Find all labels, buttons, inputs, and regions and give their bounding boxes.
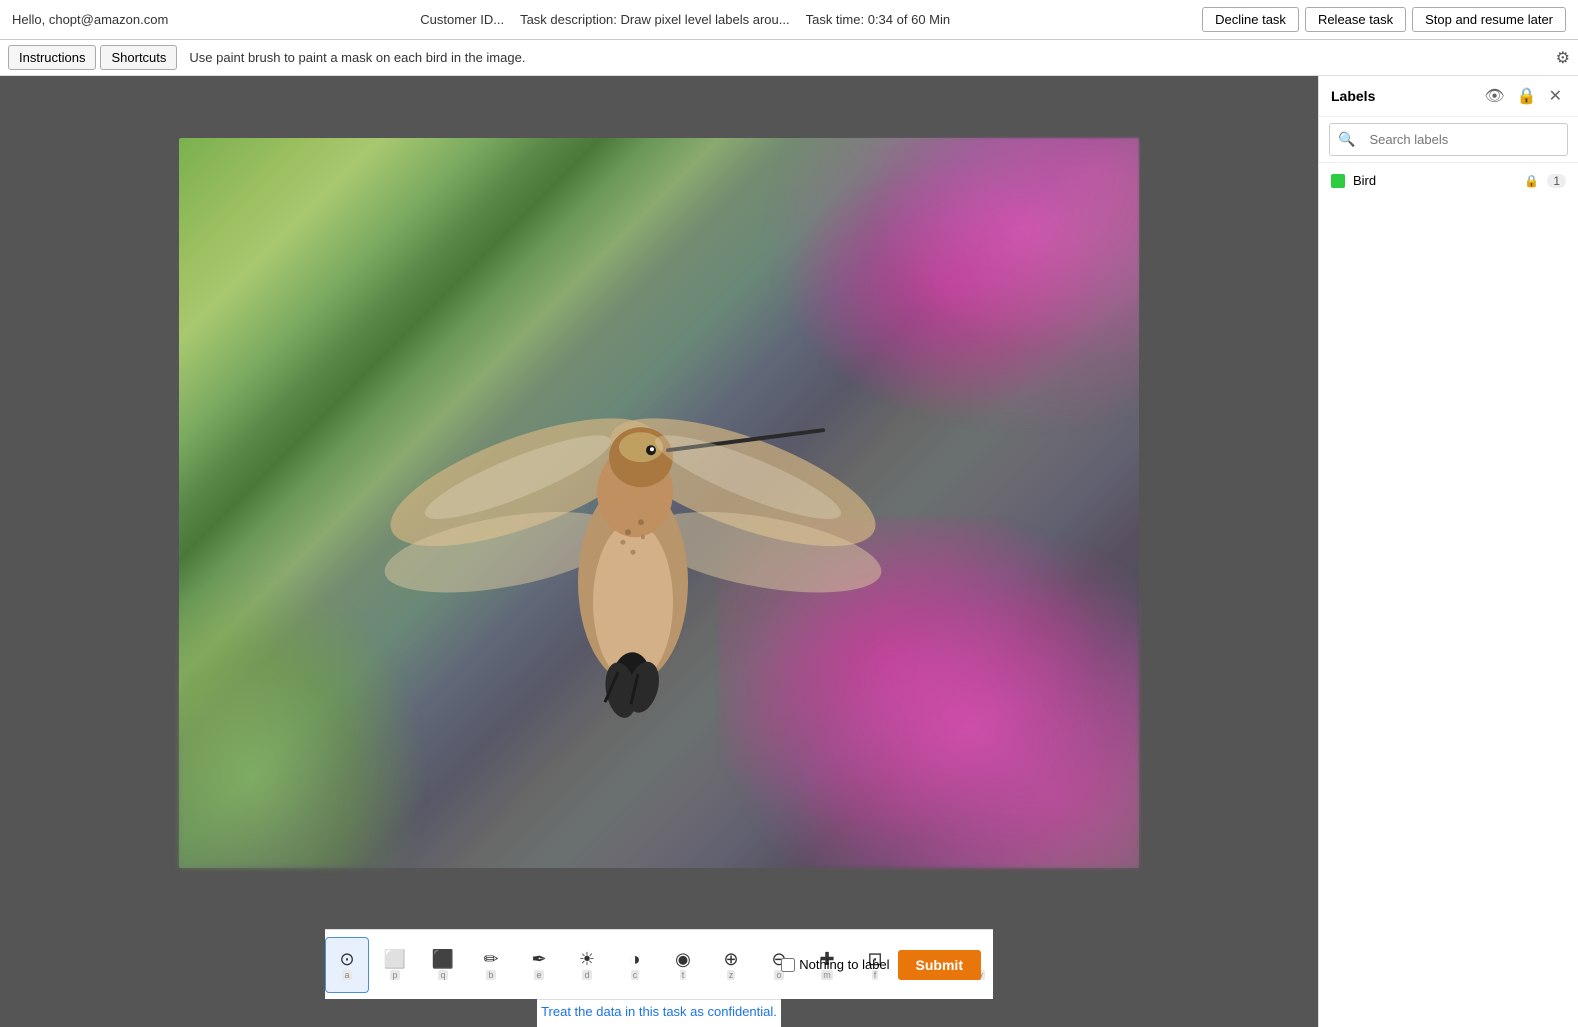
hummingbird-image: [373, 282, 893, 742]
stop-resume-button[interactable]: Stop and resume later: [1412, 7, 1566, 32]
instruction-text: Use paint brush to paint a mask on each …: [189, 50, 525, 65]
confidential-bar: Treat the data in this task as confident…: [537, 999, 781, 1027]
release-task-button[interactable]: Release task: [1305, 7, 1406, 32]
label-count: 1: [1547, 174, 1566, 188]
task-time: Task time: 0:34 of 60 Min: [806, 12, 951, 27]
bottom-toolbar: ⊙ a ⬜ p ⬛ q ✏ b ✒ e ☀ d: [325, 929, 993, 999]
tool-crop[interactable]: ⬛ q: [421, 937, 465, 993]
header-buttons: Decline task Release task Stop and resum…: [1202, 7, 1566, 32]
close-icon[interactable]: ✕: [1545, 84, 1566, 108]
user-greeting: Hello, chopt@amazon.com: [12, 12, 168, 27]
search-labels-input[interactable]: [1361, 128, 1559, 151]
instructions-tab[interactable]: Instructions: [8, 45, 96, 70]
contrast-shortcut: c: [631, 970, 640, 980]
tool-paint-brush[interactable]: ⊙ a: [325, 937, 369, 993]
labels-title: Labels: [1331, 88, 1476, 104]
decline-task-button[interactable]: Decline task: [1202, 7, 1299, 32]
label-color-swatch: [1331, 174, 1345, 188]
tool-pencil[interactable]: ✏ b: [469, 937, 513, 993]
settings-icon[interactable]: ⚙: [1556, 48, 1570, 68]
paint-brush-shortcut: a: [342, 970, 351, 980]
nothing-to-label-checkbox-container[interactable]: Nothing to label: [781, 957, 889, 972]
rectangle-shortcut: p: [390, 970, 399, 980]
label-list: Bird 🔒 1: [1319, 163, 1578, 1027]
main: ⊙ a ⬜ p ⬛ q ✏ b ✒ e ☀ d: [0, 76, 1578, 1027]
tool-eraser[interactable]: ✒ e: [517, 937, 561, 993]
lock-icon[interactable]: 🔒: [1513, 84, 1541, 108]
contrast-icon: ◑: [630, 950, 641, 968]
label-name: Bird: [1353, 173, 1516, 188]
task-meta: Customer ID... Task description: Draw pi…: [184, 12, 1186, 27]
brightness-shortcut: d: [582, 970, 591, 980]
tool-brightness[interactable]: ☀ d: [565, 937, 609, 993]
shortcuts-tab[interactable]: Shortcuts: [100, 45, 177, 70]
zoom-in-icon: ⊕: [723, 950, 738, 968]
submit-area: Nothing to label Submit: [781, 950, 981, 980]
tool-contrast[interactable]: ◑ c: [613, 937, 657, 993]
crop-shortcut: q: [438, 970, 447, 980]
label-item-bird[interactable]: Bird 🔒 1: [1319, 167, 1578, 194]
canvas-area: ⊙ a ⬜ p ⬛ q ✏ b ✒ e ☀ d: [0, 76, 1318, 1027]
confidential-text: Treat the data in this task as confident…: [541, 1004, 777, 1019]
labels-header: Labels 👁 🔒 ✕: [1319, 76, 1578, 117]
tool-fill[interactable]: ◉ t: [661, 937, 705, 993]
customer-id: Customer ID...: [420, 12, 504, 27]
nothing-to-label-checkbox[interactable]: [781, 958, 795, 972]
toolbar-row: Instructions Shortcuts Use paint brush t…: [0, 40, 1578, 76]
label-lock-icon: 🔒: [1524, 174, 1539, 188]
eraser-shortcut: e: [534, 970, 543, 980]
search-icon: 🔍: [1338, 131, 1355, 148]
header: Hello, chopt@amazon.com Customer ID... T…: [0, 0, 1578, 40]
eraser-icon: ✒: [531, 950, 546, 968]
right-panel: Labels 👁 🔒 ✕ 🔍 Bird 🔒 1: [1318, 76, 1578, 1027]
fill-shortcut: t: [680, 970, 687, 980]
eye-icon[interactable]: 👁: [1480, 84, 1508, 108]
tool-rectangle[interactable]: ⬜ p: [373, 937, 417, 993]
nothing-to-label-text: Nothing to label: [799, 957, 889, 972]
rectangle-icon: ⬜: [384, 950, 406, 968]
fill-icon: ◉: [675, 950, 691, 968]
paint-brush-icon: ⊙: [339, 950, 354, 968]
image-container[interactable]: [0, 76, 1318, 929]
task-description: Task description: Draw pixel level label…: [520, 12, 790, 27]
annotation-canvas[interactable]: [179, 138, 1139, 868]
search-input-wrapper[interactable]: 🔍: [1329, 123, 1568, 156]
submit-button[interactable]: Submit: [898, 950, 981, 980]
brightness-icon: ☀: [579, 950, 595, 968]
crop-icon: ⬛: [432, 950, 454, 968]
pencil-shortcut: b: [486, 970, 495, 980]
zoom-in-shortcut: z: [727, 970, 736, 980]
pencil-icon: ✏: [483, 950, 498, 968]
search-labels-container: 🔍: [1319, 117, 1578, 163]
tool-zoom-in[interactable]: ⊕ z: [709, 937, 753, 993]
